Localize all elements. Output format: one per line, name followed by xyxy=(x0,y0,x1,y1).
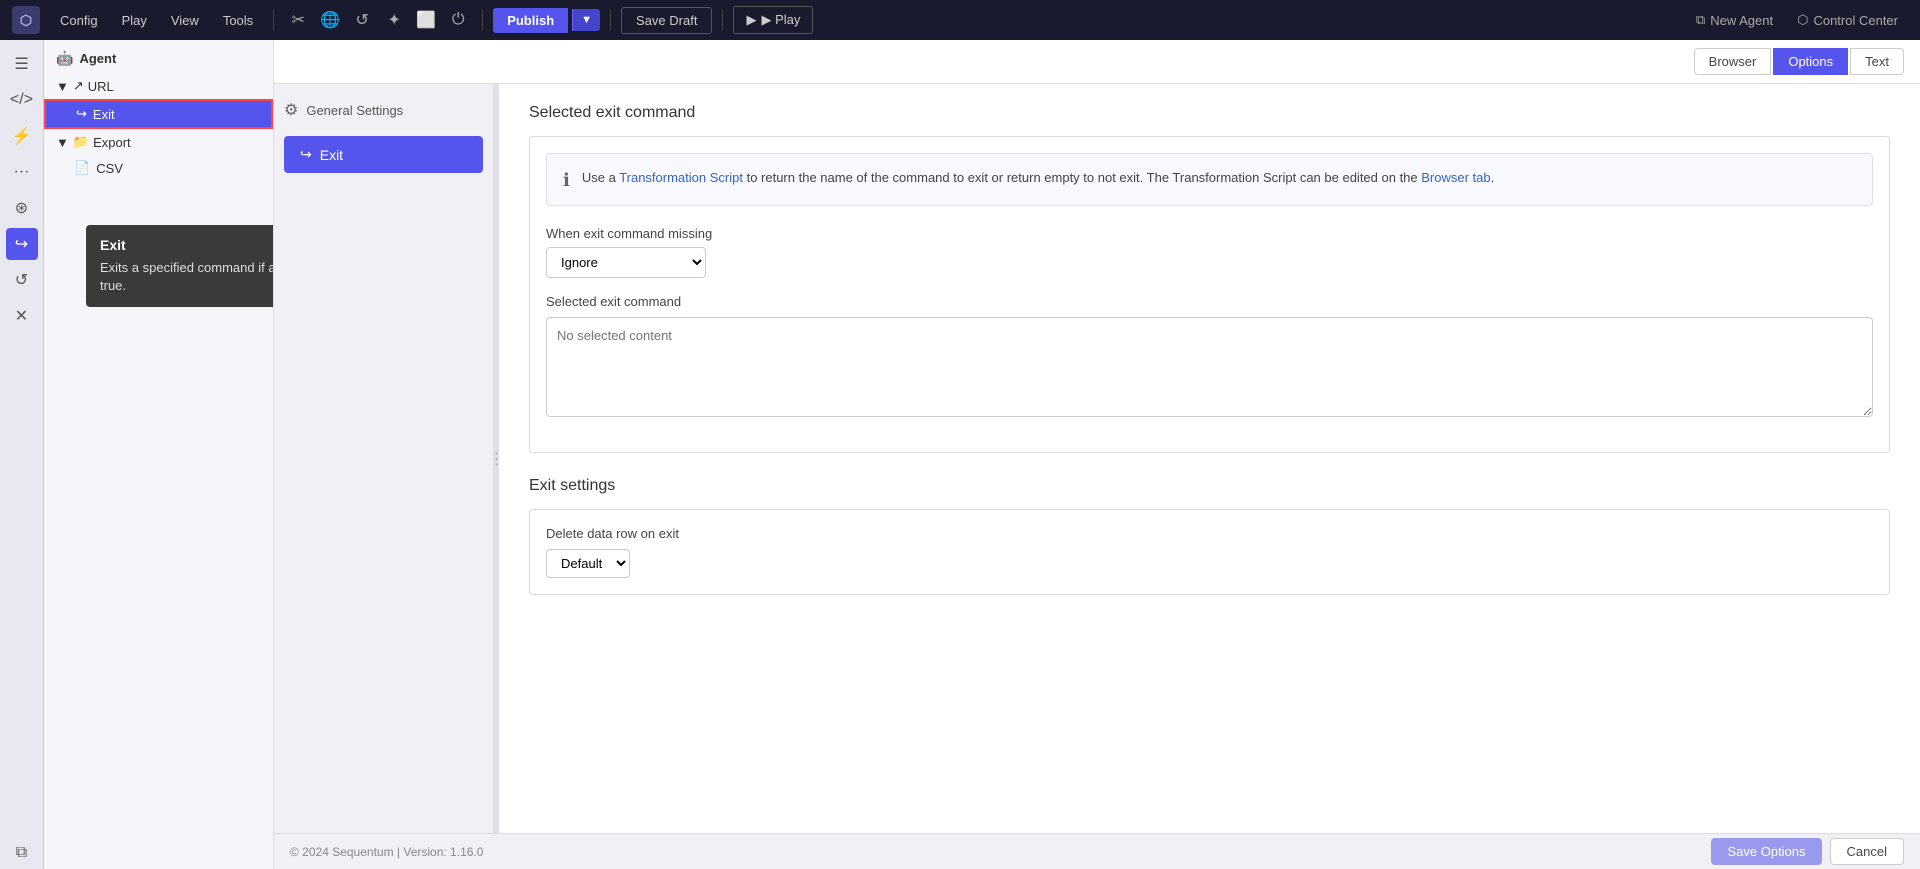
exit-btn-icon: ↪ xyxy=(300,146,312,163)
info-box: ℹ Use a Transformation Script to return … xyxy=(546,153,1873,206)
power-icon[interactable]: ⏻ xyxy=(444,6,472,34)
scissors-icon[interactable]: ✂ xyxy=(284,6,312,34)
exit-btn-label: Exit xyxy=(320,147,343,163)
when-exit-label: When exit command missing xyxy=(546,226,1873,241)
selected-exit-textarea[interactable] xyxy=(546,317,1873,417)
tab-bar: Browser Options Text xyxy=(274,40,1920,84)
tab-options[interactable]: Options xyxy=(1773,48,1848,75)
general-settings-label: General Settings xyxy=(306,103,403,118)
sidebar-icon-close[interactable]: ✕ xyxy=(6,300,38,332)
sidebar-icon-lightning[interactable]: ⚡ xyxy=(6,120,38,152)
exit-command-card: ℹ Use a Transformation Script to return … xyxy=(529,136,1890,453)
main-layout: ☰ </> ⚡ ··· ⊛ ↪ ↺ ✕ ⧉ 🤖 Agent ▼ ↗ URL ↪ … xyxy=(0,40,1920,869)
url-link-icon: ↗ xyxy=(73,78,84,94)
tree-node-csv[interactable]: 📄 CSV xyxy=(44,155,273,181)
nav-view[interactable]: View xyxy=(161,9,209,32)
refresh-icon[interactable]: ↺ xyxy=(348,6,376,34)
exit-settings-title: Exit settings xyxy=(529,477,1890,495)
sidebar-header: 🤖 Agent xyxy=(44,40,273,73)
info-text-part1: Use a xyxy=(582,170,619,185)
tree-sidebar: 🤖 Agent ▼ ↗ URL ↪ Exit ▼ 📁 Export 📄 CSV … xyxy=(44,40,274,869)
tree-node-url-label: URL xyxy=(88,79,114,94)
save-options-button[interactable]: Save Options xyxy=(1711,838,1821,865)
toggle-arrow: ▼ xyxy=(56,79,69,94)
sidebar-icon-menu[interactable]: ☰ xyxy=(6,48,38,80)
nav-separator-3 xyxy=(610,10,611,30)
when-exit-group: When exit command missing Ignore Error C… xyxy=(546,226,1873,278)
info-icon: ℹ xyxy=(563,170,570,191)
exit-settings-card: Delete data row on exit Default Yes No xyxy=(529,509,1890,595)
top-content: ⚙ General Settings ↪ Exit Selected exit … xyxy=(274,84,1920,833)
tree-node-url-toggle[interactable]: ▼ ↗ URL xyxy=(44,73,273,99)
nav-config[interactable]: Config xyxy=(50,9,108,32)
screen-icon[interactable]: ⬜ xyxy=(412,6,440,34)
tab-browser[interactable]: Browser xyxy=(1694,48,1772,75)
sidebar-icon-layers[interactable]: ⧉ xyxy=(6,837,38,869)
footer: © 2024 Sequentum | Version: 1.16.0 Save … xyxy=(274,833,1920,869)
sidebar-icon-exit[interactable]: ↪ xyxy=(6,228,38,260)
info-text-part2: to return the name of the command to exi… xyxy=(743,170,1421,185)
sidebar-icon-code[interactable]: </> xyxy=(6,84,38,116)
nav-separator-2 xyxy=(482,10,483,30)
tree-node-csv-label: CSV xyxy=(96,161,123,176)
tooltip-description: Exits a specified command if a condition… xyxy=(100,259,274,295)
selected-exit-content-label: Selected exit command xyxy=(546,294,1873,309)
exit-icon-nav: ⬡ xyxy=(1797,12,1808,28)
nav-separator-4 xyxy=(722,10,723,30)
general-settings-header: ⚙ General Settings xyxy=(284,94,483,126)
play-icon: ▶ xyxy=(746,12,756,28)
control-center-button[interactable]: ⬡ Control Center xyxy=(1787,8,1908,32)
delete-row-label: Delete data row on exit xyxy=(546,526,1873,541)
icon-sidebar: ☰ </> ⚡ ··· ⊛ ↪ ↺ ✕ ⧉ xyxy=(0,40,44,869)
info-text-part3: . xyxy=(1491,170,1495,185)
play-button[interactable]: ▶ ▶ Play xyxy=(733,6,813,34)
footer-actions: Save Options Cancel xyxy=(1711,838,1904,865)
center-panel: ⚙ General Settings ↪ Exit xyxy=(274,84,494,833)
tree-node-export-toggle[interactable]: ▼ 📁 Export xyxy=(44,129,273,155)
main-content: Selected exit command ℹ Use a Transforma… xyxy=(499,84,1920,833)
tree-node-export-label: Export xyxy=(93,135,131,150)
sidebar-icon-dots[interactable]: ··· xyxy=(6,156,38,188)
tree-node-exit-label: Exit xyxy=(93,107,115,122)
tab-text[interactable]: Text xyxy=(1850,48,1904,75)
footer-copyright: © 2024 Sequentum | Version: 1.16.0 xyxy=(290,845,483,859)
selected-exit-content-group: Selected exit command xyxy=(546,294,1873,420)
sidebar-icon-refresh[interactable]: ↺ xyxy=(6,264,38,296)
gear-icon: ⚙ xyxy=(284,100,298,120)
nav-play[interactable]: Play xyxy=(112,9,157,32)
exit-node-icon: ↪ xyxy=(76,106,87,122)
globe-icon[interactable]: 🌐 xyxy=(316,6,344,34)
csv-icon: 📄 xyxy=(74,160,90,176)
nav-tools[interactable]: Tools xyxy=(213,9,263,32)
tooltip-title: Exit xyxy=(100,237,274,253)
nodes-icon[interactable]: ✦ xyxy=(380,6,408,34)
new-agent-button[interactable]: ⧉ New Agent xyxy=(1686,8,1783,32)
browser-tab-link[interactable]: Browser tab xyxy=(1421,170,1490,185)
content-wrapper: Browser Options Text ⚙ General Settings … xyxy=(274,40,1920,869)
app-logo: ⬡ xyxy=(12,6,40,34)
save-draft-button[interactable]: Save Draft xyxy=(621,7,712,34)
publish-button[interactable]: Publish xyxy=(493,8,568,33)
agent-icon: 🤖 xyxy=(56,50,73,67)
new-window-icon: ⧉ xyxy=(1696,12,1705,28)
when-exit-select[interactable]: Ignore Error Continue xyxy=(546,247,706,278)
sidebar-icon-graph[interactable]: ⊛ xyxy=(6,192,38,224)
delete-row-select[interactable]: Default Yes No xyxy=(546,549,630,578)
transformation-script-link[interactable]: Transformation Script xyxy=(619,170,743,185)
cancel-button[interactable]: Cancel xyxy=(1830,838,1904,865)
tooltip-popup: Exit Exits a specified command if a cond… xyxy=(86,225,274,307)
selected-exit-command-title: Selected exit command xyxy=(529,104,1890,122)
nav-separator-1 xyxy=(273,10,274,30)
exit-action-button[interactable]: ↪ Exit xyxy=(284,136,483,173)
tree-node-exit[interactable]: ↪ Exit xyxy=(44,99,273,129)
top-navigation: ⬡ Config Play View Tools ✂ 🌐 ↺ ✦ ⬜ ⏻ Pub… xyxy=(0,0,1920,40)
export-icon: 📁 xyxy=(73,134,89,150)
sidebar-header-label: Agent xyxy=(79,51,116,66)
publish-dropdown-button[interactable]: ▼ xyxy=(572,9,600,31)
info-text: Use a Transformation Script to return th… xyxy=(582,168,1494,188)
toggle-arrow-export: ▼ xyxy=(56,135,69,150)
